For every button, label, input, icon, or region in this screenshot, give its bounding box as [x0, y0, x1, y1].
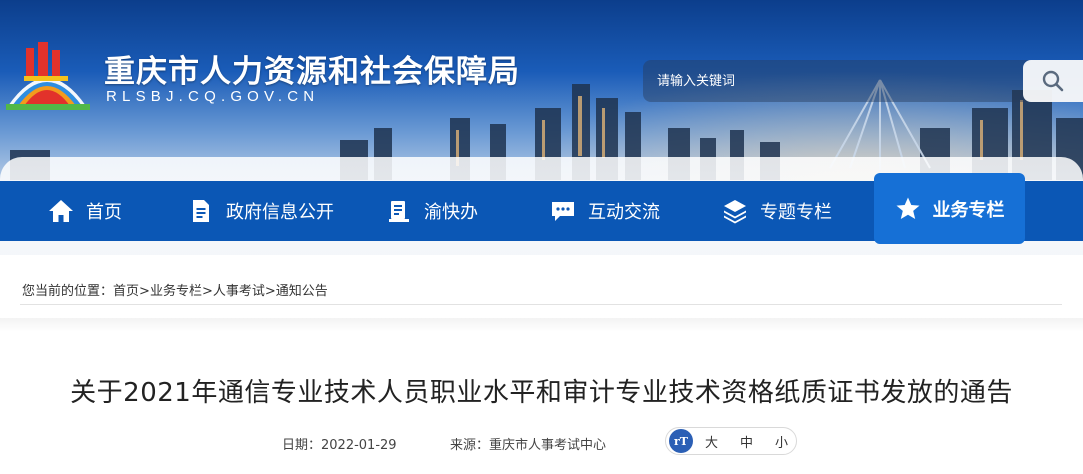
- site-title: 重庆市人力资源和社会保障局: [104, 54, 520, 90]
- nav-label-interaction: 互动交流: [588, 202, 660, 223]
- document-icon: [188, 198, 214, 224]
- breadcrumb-link-home[interactable]: 首页: [113, 284, 139, 299]
- search-bar: [643, 60, 1083, 102]
- font-size-large-button[interactable]: 大: [705, 432, 718, 451]
- nav-item-business[interactable]: 业务专栏: [874, 173, 1025, 244]
- nav-item-interaction[interactable]: 互动交流: [550, 181, 660, 241]
- breadcrumb-prefix: 您当前的位置：: [22, 284, 114, 299]
- bureau-logo-icon: [6, 42, 90, 110]
- nav-item-yukuaiban[interactable]: 渝快办: [386, 181, 478, 241]
- breadcrumb-link-business[interactable]: 业务专栏: [150, 284, 202, 299]
- article-date: 日期：2022-01-29: [282, 438, 397, 453]
- search-button[interactable]: [1023, 60, 1083, 102]
- site-domain: RLSBJ.CQ.GOV.CN: [106, 88, 320, 105]
- font-size-icon: rT: [669, 429, 693, 453]
- font-size-control: rT 大 中 小: [665, 427, 797, 455]
- breadcrumb-divider: [20, 304, 1062, 305]
- nav-item-special-topics[interactable]: 专题专栏: [722, 181, 832, 241]
- breadcrumb-separator: >: [139, 284, 150, 299]
- breadcrumb-link-exam[interactable]: 人事考试: [213, 284, 265, 299]
- star-icon: [895, 196, 921, 222]
- search-input[interactable]: [643, 60, 1013, 102]
- breadcrumb-link-notice[interactable]: 通知公告: [276, 284, 328, 299]
- main-nav: 首页 政府信息公开 渝快办 互动交流 专题专栏 业务专栏: [0, 173, 1083, 244]
- search-icon: [1042, 70, 1064, 92]
- nav-label-business: 业务专栏: [932, 199, 1005, 221]
- content-shadow: [0, 318, 1083, 332]
- font-size-small-button[interactable]: 小: [775, 432, 788, 451]
- nav-item-home[interactable]: 首页: [48, 181, 122, 241]
- nav-label-yukuaiban: 渝快办: [424, 202, 478, 223]
- home-icon: [48, 198, 74, 224]
- nav-label-gov-info: 政府信息公开: [226, 202, 334, 223]
- breadcrumb-separator: >: [264, 284, 276, 299]
- chat-icon: [550, 198, 576, 224]
- breadcrumb-separator: >: [201, 284, 213, 299]
- article-title: 关于2021年通信专业技术人员职业水平和审计专业技术资格纸质证书发放的通告: [70, 378, 1013, 408]
- nav-item-gov-info[interactable]: 政府信息公开: [188, 181, 334, 241]
- font-size-medium-button[interactable]: 中: [740, 432, 753, 451]
- nav-label-special-topics: 专题专栏: [760, 202, 832, 223]
- nav-label-home: 首页: [86, 202, 122, 223]
- breadcrumb: 您当前的位置：首页>业务专栏>人事考试>通知公告: [22, 280, 328, 299]
- clipboard-icon: [386, 198, 412, 224]
- article-source: 来源：重庆市人事考试中心: [450, 438, 607, 453]
- layers-icon: [722, 198, 748, 224]
